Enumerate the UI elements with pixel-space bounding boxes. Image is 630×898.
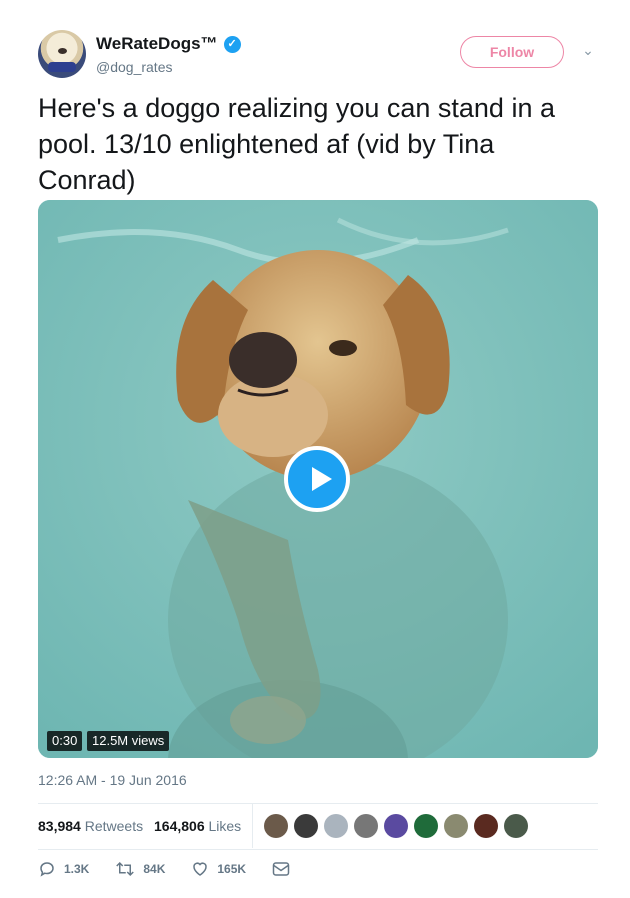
avatar-dog-nose bbox=[58, 48, 67, 54]
tweet-stats: 83,984 Retweets 164,806 Likes bbox=[38, 804, 598, 848]
liker-avatar[interactable] bbox=[354, 814, 378, 838]
video-player[interactable]: 0:30 12.5M views bbox=[38, 200, 598, 758]
stats-separator bbox=[252, 804, 253, 848]
chevron-down-icon[interactable]: ⌄ bbox=[578, 40, 598, 60]
reply-count: 1.3K bbox=[64, 862, 90, 876]
liker-avatar[interactable] bbox=[504, 814, 528, 838]
liker-avatars bbox=[264, 814, 528, 838]
name-row[interactable]: WeRateDogs™ ✓ bbox=[96, 34, 241, 54]
avatar[interactable] bbox=[38, 30, 86, 78]
like-button[interactable]: 165K bbox=[191, 860, 246, 878]
follow-button[interactable]: Follow bbox=[460, 36, 564, 68]
likes-label: Likes bbox=[208, 818, 242, 834]
liker-avatar[interactable] bbox=[444, 814, 468, 838]
heart-icon bbox=[193, 862, 208, 876]
reply-icon bbox=[40, 862, 54, 877]
like-count: 165K bbox=[217, 862, 247, 876]
play-button[interactable] bbox=[284, 446, 350, 512]
verified-badge-icon: ✓ bbox=[223, 35, 241, 53]
reply-button[interactable]: 1.3K bbox=[38, 860, 89, 878]
divider bbox=[38, 849, 598, 850]
liker-avatar[interactable] bbox=[264, 814, 288, 838]
liker-avatar[interactable] bbox=[384, 814, 408, 838]
liker-avatar[interactable] bbox=[474, 814, 498, 838]
user-handle[interactable]: @dog_rates bbox=[96, 59, 172, 75]
liker-avatar[interactable] bbox=[414, 814, 438, 838]
tweet-timestamp[interactable]: 12:26 AM - 19 Jun 2016 bbox=[38, 772, 187, 788]
display-name[interactable]: WeRateDogs™ bbox=[96, 34, 218, 54]
likes-count: 164,806 bbox=[154, 818, 205, 834]
envelope-icon bbox=[272, 862, 290, 876]
play-icon bbox=[312, 467, 332, 491]
liker-avatar[interactable] bbox=[324, 814, 348, 838]
tweet-text: Here's a doggo realizing you can stand i… bbox=[38, 93, 555, 195]
likes-stat[interactable]: 164,806 Likes bbox=[154, 818, 241, 834]
avatar-bandana bbox=[48, 62, 76, 72]
retweet-icon bbox=[116, 861, 135, 877]
tweet-header: WeRateDogs™ ✓ @dog_rates Follow ⌄ bbox=[38, 30, 598, 80]
retweet-count: 84K bbox=[143, 862, 166, 876]
retweet-button[interactable]: 84K bbox=[115, 860, 165, 878]
video-duration-badge: 0:30 bbox=[47, 731, 83, 751]
retweets-count: 83,984 bbox=[38, 818, 81, 834]
liker-avatar[interactable] bbox=[294, 814, 318, 838]
retweets-stat[interactable]: 83,984 Retweets bbox=[38, 818, 143, 834]
tweet-actions: 1.3K 84K 165K bbox=[38, 860, 324, 878]
retweets-label: Retweets bbox=[84, 818, 144, 834]
video-views-badge: 12.5M views bbox=[87, 731, 170, 751]
direct-message-button[interactable] bbox=[272, 861, 298, 877]
